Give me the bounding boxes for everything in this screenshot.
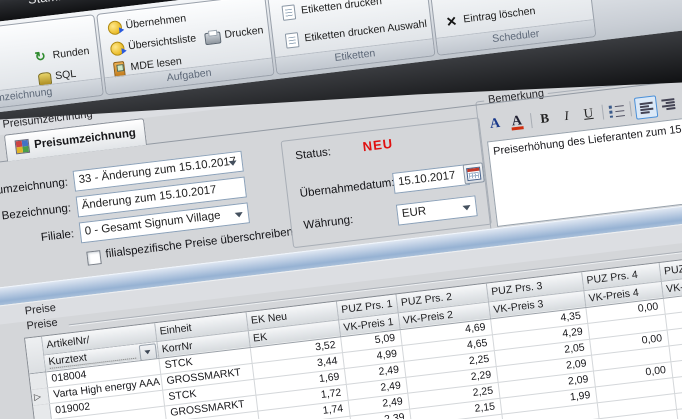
italic-button[interactable]: I	[555, 105, 577, 127]
bold-button[interactable]: B	[534, 107, 556, 129]
underline-button[interactable]: U	[577, 102, 599, 124]
list-icon	[110, 40, 126, 56]
align-right-icon	[661, 98, 675, 110]
toolbar-separator	[601, 105, 604, 120]
label-document-icon	[282, 4, 297, 20]
delete-x-icon	[444, 13, 461, 30]
app-window: Stammdaten Runden SQL Preisumzeichnung Ü…	[0, 0, 682, 419]
screenshot-stage: Stammdaten Runden SQL Preisumzeichnung Ü…	[0, 0, 682, 419]
status-badge: NEU	[362, 136, 394, 155]
runden-button[interactable]: Runden	[33, 41, 91, 67]
edit-pencil-icon	[440, 0, 457, 1]
preise-caption: Preise	[24, 302, 56, 318]
ribbon-group-aufgaben: Übernehmen Übersichtsliste Drucken MDE l…	[96, 0, 275, 95]
align-left-button[interactable]	[634, 95, 658, 119]
bullet-list-icon	[608, 103, 624, 118]
align-left-icon	[639, 101, 653, 113]
calendar-button[interactable]	[463, 162, 485, 184]
bullet-list-button[interactable]	[605, 99, 627, 121]
chevron-down-icon[interactable]	[462, 205, 471, 211]
printer-icon	[204, 31, 221, 45]
status-label: Status:	[295, 146, 332, 162]
colored-grid-icon	[15, 139, 31, 155]
chevron-down-icon	[144, 349, 150, 354]
refresh-icon	[33, 48, 50, 65]
bezeichnung-label: Bezeichnung:	[0, 202, 72, 226]
toolbar-separator	[530, 113, 533, 128]
calendar-icon	[466, 166, 481, 181]
uebernahmedatum-input[interactable]: 15.10.2017	[392, 164, 470, 194]
tab-stammdaten[interactable]: Stammdaten	[27, 0, 101, 7]
preise-groupbox-label: Preise	[26, 317, 58, 333]
waehrung-select[interactable]: EUR	[396, 195, 478, 225]
filter-dropdown-button[interactable]	[138, 343, 157, 361]
filialspezifisch-checkbox[interactable]	[86, 250, 102, 266]
font-button[interactable]: A	[484, 113, 506, 135]
filiale-label: Filiale:	[0, 228, 75, 252]
preisumzeichnung-label: Preisumzeichnung:	[0, 177, 69, 201]
drucken-button[interactable]: Drucken	[203, 20, 264, 47]
chevron-down-icon[interactable]	[235, 212, 244, 218]
status-groupbox: Status: NEU Übernahmedatum: 15.10.2017 W…	[280, 117, 491, 248]
etiketten-drucken-button[interactable]: Etiketten drucken	[279, 0, 383, 23]
font-color-button[interactable]: A	[506, 111, 528, 133]
uebernahmedatum-label: Übernahmedatum:	[299, 177, 395, 200]
align-right-button[interactable]	[657, 93, 679, 115]
chevron-down-icon[interactable]	[229, 160, 238, 166]
waehrung-label: Währung:	[303, 214, 354, 232]
apply-icon	[107, 20, 123, 36]
toolbar-separator	[629, 101, 632, 116]
label-document-icon	[285, 32, 300, 48]
